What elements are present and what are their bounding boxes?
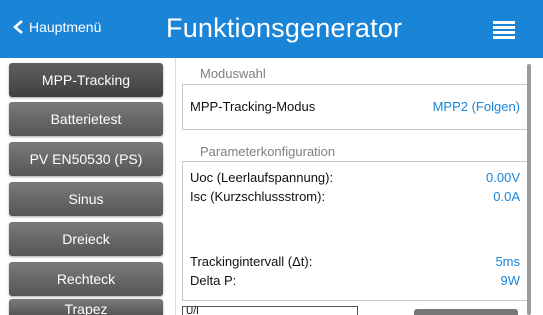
mode-row[interactable]: MPP-Tracking-Modus MPP2 (Folgen) xyxy=(190,99,520,114)
mode-value[interactable]: MPP2 (Folgen) xyxy=(433,99,520,114)
mode-label: MPP-Tracking-Modus xyxy=(190,99,316,114)
sidebar-item-label: Batterietest xyxy=(50,111,122,127)
param-row-uoc[interactable]: Uoc (Leerlaufspannung): 0.00V xyxy=(190,170,520,185)
uoc-value[interactable]: 0.00V xyxy=(486,170,520,185)
sidebar-item-dreieck[interactable]: Dreieck xyxy=(9,222,163,256)
tracking-interval-label: Trackingintervall (Δt): xyxy=(190,254,313,269)
back-button[interactable]: Hauptmenü xyxy=(12,19,101,35)
main-panel: Moduswahl MPP-Tracking-Modus MPP2 (Folge… xyxy=(175,58,543,315)
sidebar-item-label: MPP-Tracking xyxy=(41,72,131,88)
delta-p-value[interactable]: 9W xyxy=(501,273,521,288)
chevron-left-icon xyxy=(13,20,23,34)
param-row-isc[interactable]: Isc (Kurzschlussstrom): 0.0A xyxy=(190,189,520,204)
section-label-moduswahl: Moduswahl xyxy=(200,66,266,81)
header-bar: Hauptmenü Funktionsgenerator xyxy=(0,0,543,58)
isc-value[interactable]: 0.0A xyxy=(493,189,520,204)
page-title: Funktionsgenerator xyxy=(166,13,403,43)
scrollbar[interactable] xyxy=(527,64,531,315)
sidebar-item-rechteck[interactable]: Rechteck xyxy=(9,262,163,296)
sidebar-item-mpp-tracking[interactable]: MPP-Tracking xyxy=(9,63,163,97)
back-button-label: Hauptmenü xyxy=(29,19,102,35)
sidebar-item-batterietest[interactable]: Batterietest xyxy=(9,102,163,136)
uoc-label: Uoc (Leerlaufspannung): xyxy=(190,170,334,185)
hamburger-menu-icon[interactable] xyxy=(493,21,515,39)
param-row-delta-p[interactable]: Delta P: 9W xyxy=(190,273,520,288)
sidebar-item-label: PV EN50530 (PS) xyxy=(29,151,143,167)
tracking-interval-value[interactable]: 5ms xyxy=(495,254,520,269)
sidebar-item-trapez[interactable]: Trapez xyxy=(9,299,163,315)
sidebar-item-label: Rechteck xyxy=(56,271,116,287)
sidebar-item-label: Dreieck xyxy=(62,231,110,247)
sidebar-item-pv-en50530[interactable]: PV EN50530 (PS) xyxy=(9,142,163,176)
isc-label: Isc (Kurzschlussstrom): xyxy=(190,189,326,204)
params-panel: Uoc (Leerlaufspannung): 0.00V Isc (Kurzs… xyxy=(182,161,529,301)
bottom-input-field[interactable]: U/I xyxy=(182,306,358,315)
bottom-button[interactable] xyxy=(414,309,518,315)
sidebar-item-sinus[interactable]: Sinus xyxy=(9,182,163,216)
param-row-tracking-interval[interactable]: Trackingintervall (Δt): 5ms xyxy=(190,254,520,269)
mode-panel[interactable]: MPP-Tracking-Modus MPP2 (Folgen) xyxy=(182,84,529,130)
sidebar-item-label: Sinus xyxy=(68,191,104,207)
section-label-parameterkonfiguration: Parameterkonfiguration xyxy=(200,144,336,159)
sidebar-item-label: Trapez xyxy=(64,301,108,315)
sidebar: MPP-Tracking Batterietest PV EN50530 (PS… xyxy=(0,58,175,315)
delta-p-label: Delta P: xyxy=(190,273,237,288)
